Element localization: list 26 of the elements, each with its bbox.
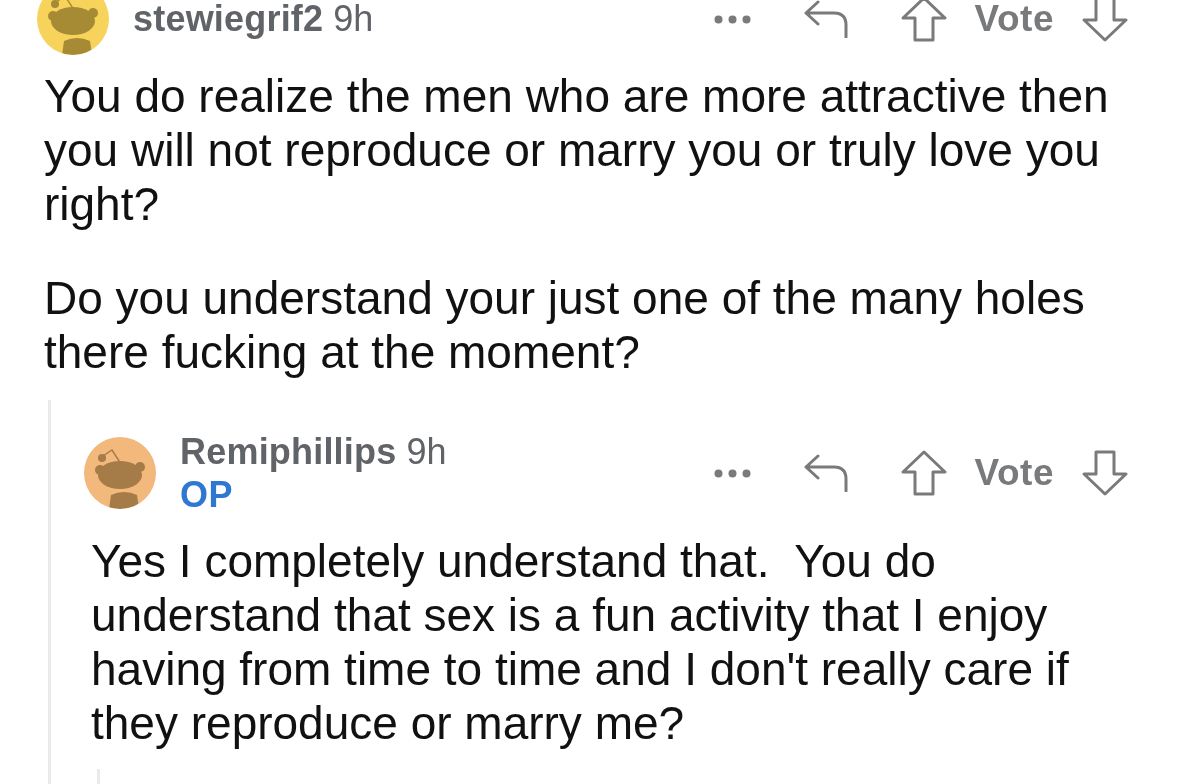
upvote-button[interactable] [900,450,947,496]
reply-button[interactable] [803,454,848,492]
reply-button[interactable] [803,0,848,38]
timestamp: 9h [333,1,374,37]
comment-text: You do realize the men who are more attractive then you will not reproduce or marry you or truly love you right? [44,69,1110,231]
more-options-icon [713,14,751,24]
downvote-arrow-icon [1082,450,1128,496]
downvote-arrow-icon [1082,0,1128,42]
timestamp: 9h [406,433,447,470]
vote-label: Vote [974,1,1054,37]
reply-arrow-icon [803,0,848,38]
upvote-arrow-icon [900,450,947,496]
op-label: OP [180,476,233,513]
reply-arrow-icon [803,454,848,492]
comment-text: Do you understand your just one of the many holes there fucking at the moment? [44,271,1086,379]
more-button[interactable] [713,468,751,478]
downvote-button[interactable] [1082,0,1128,42]
vote-label: Vote [974,455,1054,491]
downvote-button[interactable] [1082,450,1128,496]
username-link[interactable]: Remiphillips [180,433,397,470]
more-options-icon [713,468,751,478]
more-button[interactable] [713,14,751,24]
comment-text: Yes I completely understand that. You do understand that sex is a fun activity that I enjoy having from time to time and I don't really care if they reproduce or marry me? [91,534,1070,750]
upvote-arrow-icon [900,0,947,42]
username-link[interactable]: stewiegrif2 [133,1,324,37]
upvote-button[interactable] [900,0,947,42]
